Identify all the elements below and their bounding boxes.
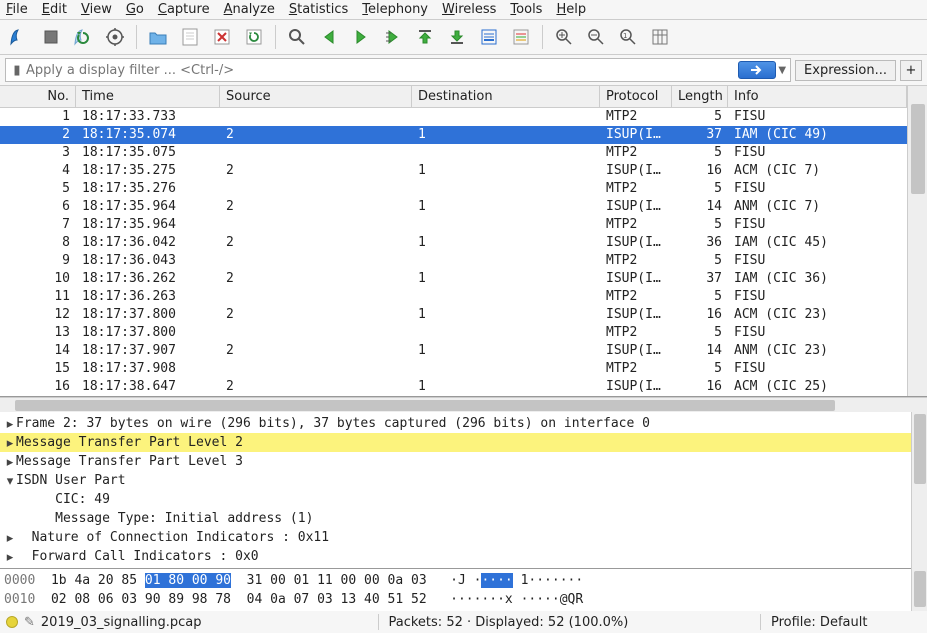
tree-expander-icon[interactable]: ▸ <box>4 528 16 547</box>
svg-text:1: 1 <box>623 32 627 40</box>
reload-file-icon[interactable] <box>241 24 267 50</box>
toolbar-separator <box>136 25 137 49</box>
tree-expander-icon[interactable]: ▸ <box>4 547 16 566</box>
packet-row[interactable]: 318:17:35.075MTP25FISU <box>0 144 907 162</box>
filter-toolbar: ▮ ▼ Expression... + <box>0 55 927 86</box>
profile-label[interactable]: Profile: Default <box>771 615 921 630</box>
detail-tree-row[interactable]: ▸ Nature of Connection Indicators : 0x11 <box>0 528 911 547</box>
capture-options-icon[interactable] <box>102 24 128 50</box>
menu-go[interactable]: Go <box>126 2 144 17</box>
bookmark-icon[interactable]: ▮ <box>8 63 26 78</box>
menu-telephony[interactable]: Telephony <box>362 2 428 17</box>
packet-list-header[interactable]: No. Time Source Destination Protocol Len… <box>0 86 907 108</box>
packet-row[interactable]: 1618:17:38.64721ISUP(I…16ACM (CIC 25) <box>0 378 907 396</box>
detail-tree-row[interactable]: ▸ Forward Call Indicators : 0x0 <box>0 547 911 566</box>
zoom-in-icon[interactable] <box>551 24 577 50</box>
goto-first-icon[interactable] <box>412 24 438 50</box>
packet-row[interactable]: 118:17:33.733MTP25FISU <box>0 108 907 126</box>
colorize-icon[interactable] <box>508 24 534 50</box>
goto-last-icon[interactable] <box>444 24 470 50</box>
toolbar-separator <box>542 25 543 49</box>
apply-filter-button[interactable] <box>738 61 776 79</box>
tree-expander-icon[interactable]: ▸ <box>4 433 16 452</box>
resize-columns-icon[interactable] <box>647 24 673 50</box>
bytes-vscrollbar[interactable] <box>911 569 927 611</box>
capture-file-name: 2019_03_signalling.pcap <box>41 615 202 630</box>
edit-capture-comment-icon[interactable]: ✎ <box>24 615 35 630</box>
menu-edit[interactable]: Edit <box>42 2 67 17</box>
packet-row[interactable]: 518:17:35.276MTP25FISU <box>0 180 907 198</box>
menu-analyze[interactable]: Analyze <box>224 2 275 17</box>
add-filter-button[interactable]: + <box>900 60 922 81</box>
menu-statistics[interactable]: Statistics <box>289 2 348 17</box>
detail-tree-row[interactable]: ▾ISDN User Part <box>0 471 911 490</box>
menu-capture[interactable]: Capture <box>158 2 210 17</box>
hex-line[interactable]: 0010 02 08 06 03 90 89 98 78 04 0a 07 03… <box>4 590 907 609</box>
main-toolbar: 1 <box>0 20 927 55</box>
stop-capture-icon[interactable] <box>38 24 64 50</box>
column-header-dest[interactable]: Destination <box>412 86 600 107</box>
packet-list-hscrollbar[interactable] <box>0 397 927 412</box>
display-filter-input[interactable] <box>26 63 738 78</box>
detail-tree-row[interactable]: CIC: 49 <box>0 490 911 509</box>
zoom-out-icon[interactable] <box>583 24 609 50</box>
packet-row[interactable]: 1118:17:36.263MTP25FISU <box>0 288 907 306</box>
packet-list-vscrollbar[interactable] <box>907 86 927 396</box>
filter-history-dropdown-icon[interactable]: ▼ <box>776 65 788 76</box>
expert-info-icon[interactable] <box>6 616 18 628</box>
packet-row[interactable]: 618:17:35.96421ISUP(I…14ANM (CIC 7) <box>0 198 907 216</box>
zoom-reset-icon[interactable]: 1 <box>615 24 641 50</box>
close-file-icon[interactable] <box>209 24 235 50</box>
packet-row[interactable]: 1418:17:37.90721ISUP(I…14ANM (CIC 23) <box>0 342 907 360</box>
display-filter-field[interactable]: ▮ ▼ <box>5 58 791 82</box>
go-forward-icon[interactable] <box>348 24 374 50</box>
packet-row[interactable]: 218:17:35.07421ISUP(I…37IAM (CIC 49) <box>0 126 907 144</box>
column-header-no[interactable]: No. <box>0 86 76 107</box>
tree-expander-icon[interactable]: ▸ <box>4 414 16 433</box>
column-header-info[interactable]: Info <box>728 86 907 107</box>
expression-button[interactable]: Expression... <box>795 60 896 81</box>
menu-help[interactable]: Help <box>556 2 586 17</box>
detail-tree-row[interactable]: ▸Frame 2: 37 bytes on wire (296 bits), 3… <box>0 414 911 433</box>
hex-line[interactable]: 0000 1b 4a 20 85 01 80 00 90 31 00 01 11… <box>4 571 907 590</box>
detail-tree-row[interactable]: ▸Message Transfer Part Level 3 <box>0 452 911 471</box>
menu-file[interactable]: File <box>6 2 28 17</box>
tree-expander-icon[interactable]: ▸ <box>4 452 16 471</box>
column-header-protocol[interactable]: Protocol <box>600 86 672 107</box>
packet-row[interactable]: 718:17:35.964MTP25FISU <box>0 216 907 234</box>
packet-bytes-pane[interactable]: 0000 1b 4a 20 85 01 80 00 90 31 00 01 11… <box>0 569 911 611</box>
packet-details-pane[interactable]: ▸Frame 2: 37 bytes on wire (296 bits), 3… <box>0 412 911 569</box>
detail-tree-row[interactable]: ▸Message Transfer Part Level 2 <box>0 433 911 452</box>
save-file-icon[interactable] <box>177 24 203 50</box>
details-vscrollbar[interactable] <box>911 412 927 569</box>
packet-row[interactable]: 1518:17:37.908MTP25FISU <box>0 360 907 378</box>
packet-row[interactable]: 918:17:36.043MTP25FISU <box>0 252 907 270</box>
toolbar-separator <box>275 25 276 49</box>
menu-wireless[interactable]: Wireless <box>442 2 496 17</box>
packet-list-pane: No. Time Source Destination Protocol Len… <box>0 86 927 397</box>
fin-icon[interactable] <box>6 24 32 50</box>
menu-tools[interactable]: Tools <box>510 2 542 17</box>
auto-scroll-icon[interactable] <box>476 24 502 50</box>
packet-row[interactable]: 1218:17:37.80021ISUP(I…16ACM (CIC 23) <box>0 306 907 324</box>
status-bar: ✎ 2019_03_signalling.pcap Packets: 52 · … <box>0 611 927 633</box>
detail-tree-row[interactable]: Message Type: Initial address (1) <box>0 509 911 528</box>
open-file-icon[interactable] <box>145 24 171 50</box>
packet-row[interactable]: 1318:17:37.800MTP25FISU <box>0 324 907 342</box>
goto-packet-icon[interactable] <box>380 24 406 50</box>
column-header-length[interactable]: Length <box>672 86 728 107</box>
menubar: File Edit View Go Capture Analyze Statistics Te… <box>0 0 927 20</box>
menu-view[interactable]: View <box>81 2 112 17</box>
go-back-icon[interactable] <box>316 24 342 50</box>
packet-row[interactable]: 818:17:36.04221ISUP(I…36IAM (CIC 45) <box>0 234 907 252</box>
packet-row[interactable]: 1018:17:36.26221ISUP(I…37IAM (CIC 36) <box>0 270 907 288</box>
packet-row[interactable]: 418:17:35.27521ISUP(I…16ACM (CIC 7) <box>0 162 907 180</box>
column-header-time[interactable]: Time <box>76 86 220 107</box>
packet-count-label: Packets: 52 · Displayed: 52 (100.0%) <box>389 615 751 630</box>
column-header-source[interactable]: Source <box>220 86 412 107</box>
find-packet-icon[interactable] <box>284 24 310 50</box>
tree-expander-icon[interactable]: ▾ <box>4 471 16 490</box>
restart-capture-icon[interactable] <box>70 24 96 50</box>
